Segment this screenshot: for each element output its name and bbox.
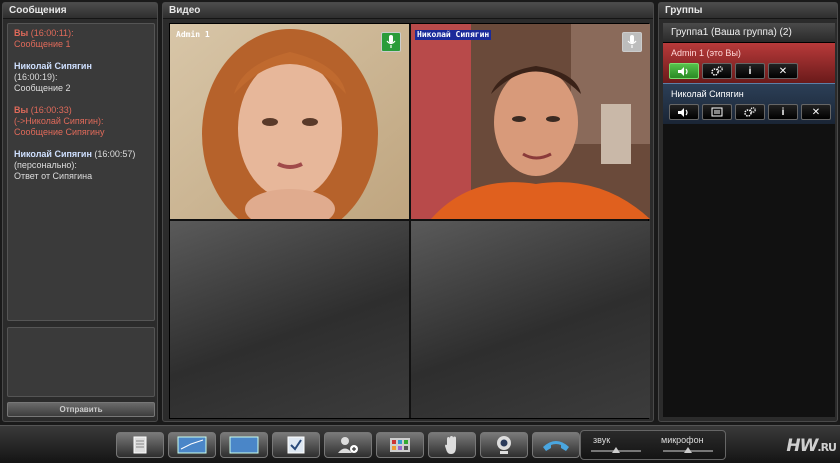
volume-controls: звук микрофон xyxy=(580,430,726,460)
message-text: Сообщение 1 xyxy=(14,39,71,49)
message-item: Вы (16:00:11): Сообщение 1 xyxy=(14,28,148,50)
webcam-tool-button[interactable] xyxy=(480,432,528,458)
member-name: Admin 1 (это Вы) xyxy=(671,48,741,58)
messages-panel-title: Сообщения xyxy=(3,3,157,19)
messages-panel: Сообщения Вы (16:00:11): Сообщение 1 Ник… xyxy=(2,2,158,422)
whiteboard-icon xyxy=(177,436,207,454)
info-button[interactable]: i xyxy=(768,104,798,120)
desktop-share-tool-button[interactable] xyxy=(376,432,424,458)
remove-button[interactable]: ✕ xyxy=(768,63,798,79)
message-recipient: (персонально): xyxy=(14,160,77,170)
window-icon xyxy=(229,436,259,454)
message-time: (16:00:33) xyxy=(30,105,72,115)
document-icon xyxy=(133,436,147,454)
settings-gears-icon[interactable] xyxy=(702,63,732,79)
settings-gears-icon[interactable] xyxy=(735,104,765,120)
message-item: Николай Сипягин (16:00:57) (персонально)… xyxy=(14,149,148,182)
logo-main: HW xyxy=(786,436,818,456)
hand-icon xyxy=(445,436,456,454)
video-label: Admin 1 xyxy=(176,30,210,39)
video-feed-admin[interactable]: Admin 1 xyxy=(170,24,409,239)
add-user-tool-button[interactable] xyxy=(324,432,372,458)
document-icon[interactable] xyxy=(702,104,732,120)
message-author: Вы xyxy=(14,105,29,115)
sound-slider-knob[interactable] xyxy=(612,447,620,453)
webcam-icon xyxy=(497,436,511,454)
message-text: Ответ от Сипягина xyxy=(14,171,93,181)
message-history[interactable]: Вы (16:00:11): Сообщение 1 Николай Сипяг… xyxy=(7,23,155,321)
message-text: Сообщение Сипягину xyxy=(14,127,105,137)
message-author: Николай Сипягин xyxy=(14,149,92,159)
groups-panel: Группы Группа1 (Ваша группа) (2) Admin 1… xyxy=(658,2,838,422)
send-button[interactable]: Отправить xyxy=(7,402,155,417)
message-author: Николай Сипягин xyxy=(14,61,92,71)
checkbox-icon xyxy=(287,436,305,454)
video-image-nikolay xyxy=(411,24,650,219)
add-user-icon xyxy=(338,437,358,453)
groups-panel-title: Группы xyxy=(659,3,837,19)
raise-hand-tool-button[interactable] xyxy=(428,432,476,458)
info-button[interactable]: i xyxy=(735,63,765,79)
grid-icon xyxy=(390,438,410,452)
message-time: (16:00:57) xyxy=(94,149,136,159)
group-list: Группа1 (Ваша группа) (2) Admin 1 (это В… xyxy=(663,23,835,417)
video-panel: Видео Admin 1 Николай Сипягин xyxy=(162,2,654,422)
mic-label: микрофон xyxy=(661,435,704,445)
message-item: Николай Сипягин (16:00:19): Сообщение 2 xyxy=(14,61,148,94)
video-feed-nikolay[interactable]: Николай Сипягин xyxy=(411,24,650,219)
remove-button[interactable]: ✕ xyxy=(801,104,831,120)
window-tool-button[interactable] xyxy=(220,432,268,458)
message-item: Вы (16:00:33) (->Николай Сипягин): Сообщ… xyxy=(14,105,148,138)
video-panel-title: Видео xyxy=(163,3,653,19)
member-item[interactable]: Николай Сипягин i ✕ xyxy=(663,83,835,124)
speaker-icon[interactable] xyxy=(669,63,699,79)
speaker-icon[interactable] xyxy=(669,104,699,120)
video-grid: Admin 1 Николай Сипягин xyxy=(169,23,650,419)
phone-tool-button[interactable] xyxy=(532,432,580,458)
video-image-admin xyxy=(170,24,409,239)
mic-slider-knob[interactable] xyxy=(684,447,692,453)
hw-logo: HW.RU xyxy=(786,436,837,456)
message-input[interactable] xyxy=(7,327,155,397)
message-time: (16:00:11): xyxy=(30,28,74,38)
poll-tool-button[interactable] xyxy=(272,432,320,458)
member-name: Николай Сипягин xyxy=(671,89,744,99)
message-time: (16:00:19): xyxy=(14,72,58,82)
message-recipient: (->Николай Сипягин): xyxy=(14,116,104,126)
document-tool-button[interactable] xyxy=(116,432,164,458)
mic-off-icon[interactable] xyxy=(622,32,642,52)
video-slot-empty xyxy=(411,221,650,418)
video-label: Николай Сипягин xyxy=(415,30,492,40)
message-text: Сообщение 2 xyxy=(14,83,71,93)
bottom-toolbar: звук микрофон HW.RU xyxy=(0,425,840,463)
video-slot-empty xyxy=(170,221,409,418)
whiteboard-tool-button[interactable] xyxy=(168,432,216,458)
group-title[interactable]: Группа1 (Ваша группа) (2) xyxy=(663,23,835,43)
message-author: Вы xyxy=(14,28,29,38)
phone-icon xyxy=(543,441,569,451)
logo-suffix: .RU xyxy=(817,441,837,454)
member-item-self[interactable]: Admin 1 (это Вы) i ✕ xyxy=(663,43,835,83)
mic-on-icon[interactable] xyxy=(381,32,401,52)
sound-label: звук xyxy=(593,435,611,445)
